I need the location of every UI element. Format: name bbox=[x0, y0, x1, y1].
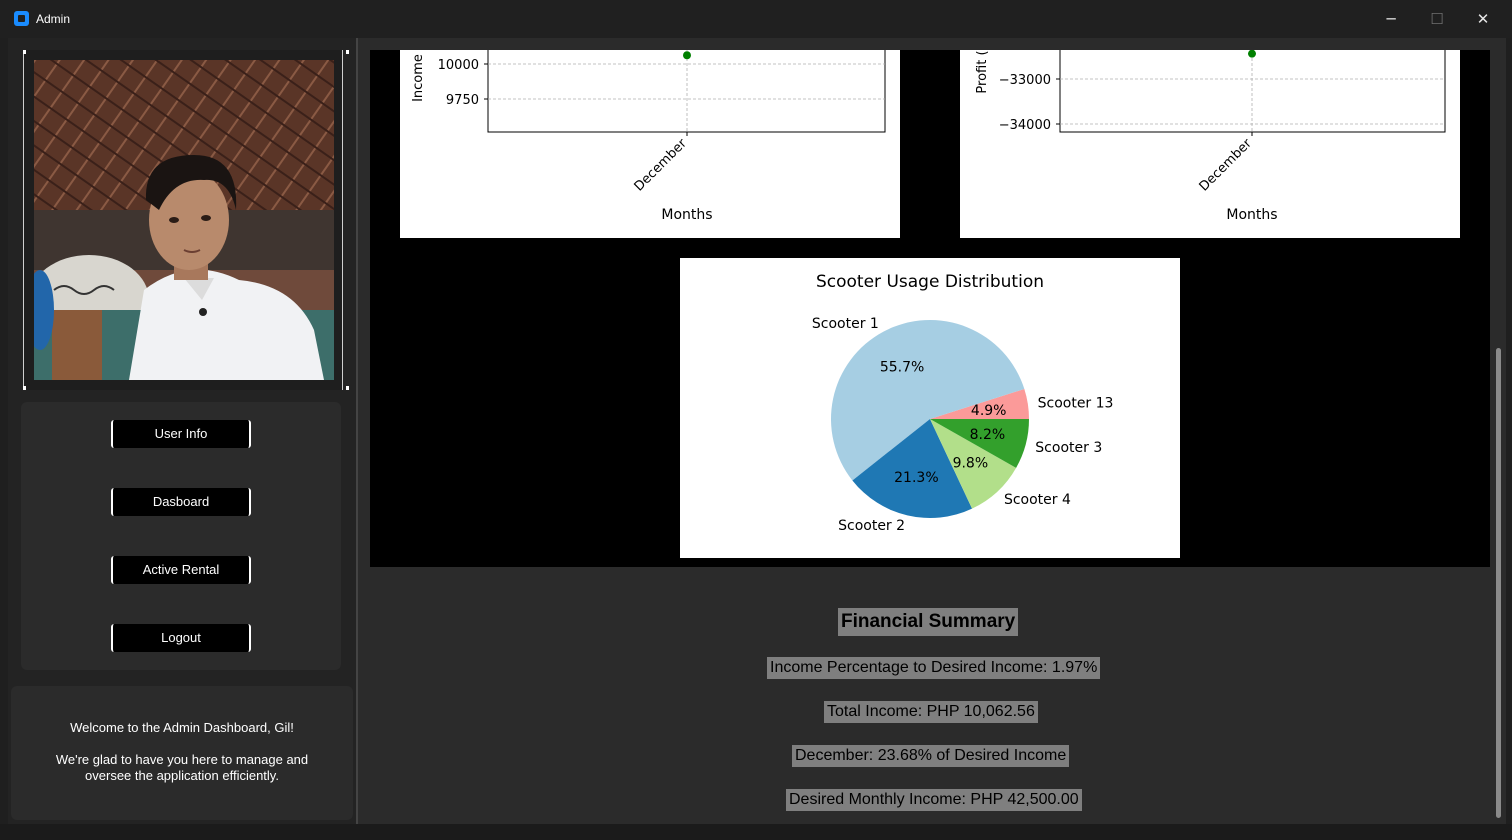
title-bar: Admin ─ ☐ ✕ bbox=[0, 0, 1512, 38]
total-income-line: Total Income: PHP 10,062.56 bbox=[824, 701, 1038, 723]
scrollbar-thumb[interactable] bbox=[1496, 348, 1501, 818]
inc-data-point bbox=[683, 51, 691, 60]
pie-pct-label: 9.8% bbox=[953, 456, 989, 472]
pie-pct-label: 21.3% bbox=[894, 470, 938, 486]
scooter-pie-chart: Scooter Usage Distribution 4.9% Scooter 1… bbox=[680, 258, 1180, 558]
income-chart: 9750 10000 December Income Months bbox=[400, 47, 900, 238]
profit-chart: −34000 −33000 December Profit ( Months bbox=[960, 47, 1460, 238]
income-x-label: Months bbox=[661, 207, 712, 223]
income-y-label: Income bbox=[411, 54, 426, 102]
welcome-heading: Welcome to the Admin Dashboard, Gil! bbox=[70, 720, 294, 735]
pro-y-tick-label: −33000 bbox=[999, 73, 1051, 88]
nav-panel: User Info Dasboard Active Rental Logout bbox=[21, 402, 341, 670]
pie-slice-label: Scooter 1 bbox=[812, 316, 879, 332]
welcome-panel: Welcome to the Admin Dashboard, Gil! We'… bbox=[11, 686, 353, 820]
pie-slice-label: Scooter 3 bbox=[1035, 440, 1102, 456]
pie-chart-svg: Scooter Usage Distribution 4.9% Scooter 1… bbox=[812, 272, 1114, 534]
financial-summary-title: Financial Summary bbox=[838, 608, 1019, 636]
profit-plot-frame bbox=[1059, 47, 1446, 133]
background-strip bbox=[0, 824, 1512, 840]
profit-x-label: Months bbox=[1226, 207, 1277, 223]
inc-y-tick-label: 9750 bbox=[446, 93, 479, 108]
window-title: Admin bbox=[36, 12, 71, 26]
pie-pct-label: 55.7% bbox=[880, 360, 924, 376]
profile-photo-illustration bbox=[34, 60, 334, 380]
profit-y-label: Profit ( bbox=[975, 50, 990, 93]
pro-x-tick-label: December bbox=[1197, 136, 1256, 195]
main-content[interactable]: 9750 10000 December Income Months −34000−… bbox=[356, 38, 1492, 824]
pie-slice-label: Scooter 2 bbox=[838, 518, 905, 534]
admin-window: Admin ─ ☐ ✕ User Info Dasboard Active Re… bbox=[0, 0, 1512, 840]
income-chart-svg: 9750 10000 December Income Months bbox=[411, 47, 886, 223]
pro-data-point bbox=[1248, 49, 1256, 58]
dashboard-button[interactable]: Dasboard bbox=[111, 488, 251, 516]
desired-income-line: Desired Monthly Income: PHP 42,500.00 bbox=[786, 789, 1082, 811]
active-rental-button[interactable]: Active Rental bbox=[111, 556, 251, 584]
pro-y-tick-label: −34000 bbox=[999, 118, 1051, 133]
logout-button[interactable]: Logout bbox=[111, 624, 251, 652]
december-percentage-line: December: 23.68% of Desired Income bbox=[792, 745, 1070, 767]
maximize-button[interactable]: ☐ bbox=[1414, 4, 1460, 34]
app-icon bbox=[14, 11, 29, 26]
pie-pct-label: 8.2% bbox=[970, 427, 1006, 443]
income-percentage-line: Income Percentage to Desired Income: 1.9… bbox=[767, 657, 1101, 679]
profile-photo-frame bbox=[23, 50, 349, 390]
close-button[interactable]: ✕ bbox=[1460, 4, 1506, 34]
profit-chart-svg: −34000 −33000 December Profit ( Months bbox=[975, 47, 1446, 223]
income-plot-frame bbox=[487, 47, 886, 133]
pie-title: Scooter Usage Distribution bbox=[816, 272, 1044, 292]
pie-pct-label: 4.9% bbox=[971, 403, 1007, 419]
pie-slice-label: Scooter 4 bbox=[1004, 492, 1071, 508]
profile-photo bbox=[34, 60, 334, 380]
pie-slice-label: Scooter 13 bbox=[1038, 395, 1114, 411]
vertical-scrollbar[interactable] bbox=[1492, 38, 1506, 824]
charts-area: 9750 10000 December Income Months −34000−… bbox=[370, 47, 1490, 567]
inc-x-tick-label: December bbox=[632, 136, 691, 195]
welcome-message: We're glad to have you here to manage an… bbox=[55, 752, 309, 783]
inc-y-tick-label: 10000 bbox=[438, 58, 479, 73]
user-info-button[interactable]: User Info bbox=[111, 420, 251, 448]
minimize-button[interactable]: ─ bbox=[1368, 4, 1414, 34]
